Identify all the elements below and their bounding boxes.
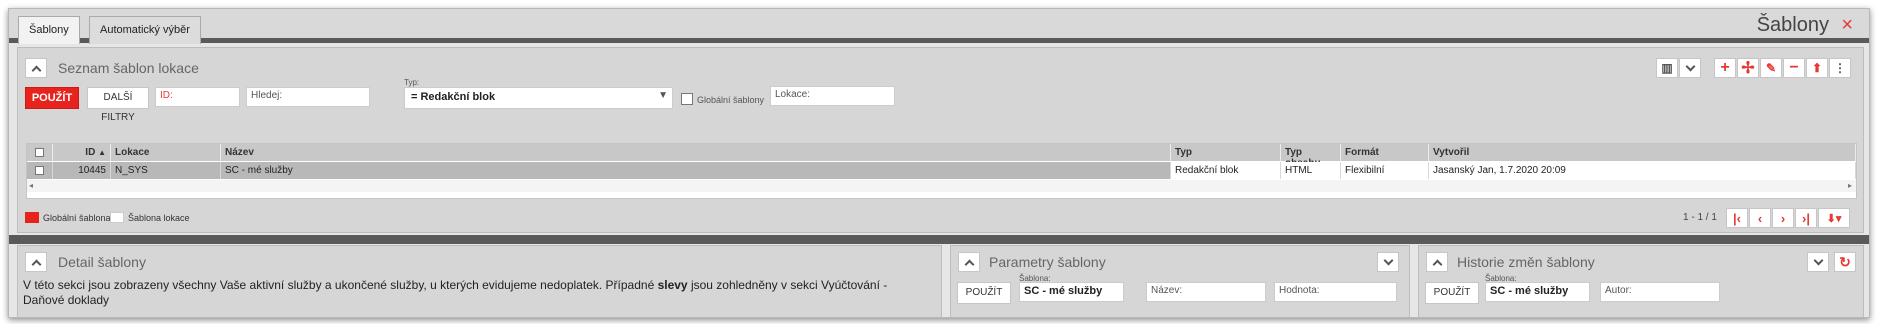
- global-templates-checkbox[interactable]: [681, 93, 693, 105]
- expand-history-button[interactable]: [1807, 252, 1829, 272]
- pager-info: 1 - 1 / 1: [1683, 212, 1717, 223]
- first-page-icon[interactable]: |‹: [1726, 208, 1748, 228]
- download-icon[interactable]: ⬇▾: [1818, 208, 1850, 228]
- select-all-checkbox[interactable]: [35, 148, 44, 157]
- local-template-swatch: [110, 212, 124, 223]
- type-select[interactable]: = Redakční blok ▼: [404, 87, 673, 109]
- cell-id[interactable]: 10445: [53, 162, 111, 179]
- detail-panel-title: Detail šablony: [58, 254, 146, 270]
- detail-description: V této sekci jsou zobrazeny všechny Vaše…: [23, 278, 888, 307]
- chevron-up-icon: [964, 259, 974, 269]
- chevron-down-icon[interactable]: [1679, 58, 1701, 78]
- chevron-up-icon: [1432, 259, 1442, 269]
- history-template-field[interactable]: SC - mé služby: [1485, 282, 1590, 302]
- next-page-icon[interactable]: ›: [1772, 208, 1794, 228]
- tab-automatic-selection[interactable]: Automatický výběr: [89, 16, 201, 44]
- column-header-id[interactable]: ID ▲: [53, 144, 111, 161]
- row-select-cell[interactable]: [27, 162, 53, 179]
- window-title: Šablony: [1756, 14, 1829, 36]
- history-apply-button[interactable]: POUŽÍT: [1425, 282, 1479, 304]
- export-icon[interactable]: ⬆: [1806, 58, 1828, 78]
- tab-templates[interactable]: Šablony: [18, 16, 80, 44]
- tab-bar: Šablony Automatický výběr Šablony ×: [9, 9, 1869, 44]
- type-label: Typ:: [404, 78, 420, 87]
- params-apply-button[interactable]: POUŽÍT: [957, 282, 1011, 304]
- list-panel-title: Seznam šablon lokace: [58, 60, 199, 76]
- horizontal-scrollbar[interactable]: ◂ ▸: [27, 180, 1856, 192]
- scroll-right-icon[interactable]: ▸: [1848, 181, 1852, 190]
- params-panel-title: Parametry šablony: [989, 254, 1106, 270]
- cell-content-type[interactable]: HTML: [1281, 162, 1341, 179]
- add-multiple-icon[interactable]: ✢: [1737, 58, 1759, 78]
- global-templates-label: Globální šablony: [697, 95, 765, 105]
- edit-icon[interactable]: ✎: [1760, 58, 1782, 78]
- templates-grid: ID ▲ Lokace Název Typ Typ obsahu Formát …: [26, 143, 1857, 199]
- chevron-down-icon: [1383, 255, 1393, 266]
- column-header-created-by[interactable]: Vytvořil: [1429, 144, 1856, 161]
- param-value-input[interactable]: Hodnota:: [1274, 282, 1397, 302]
- collapse-detail-button[interactable]: [25, 252, 47, 272]
- cell-name[interactable]: SC - mé služby: [221, 162, 1171, 179]
- more-filters-button[interactable]: DALŠÍ FILTRY: [87, 87, 149, 123]
- template-list-panel: Seznam šablon lokace ▥ + ✢ ✎ − ⬆ ⋮ POUŽÍ…: [17, 47, 1864, 233]
- column-header-location[interactable]: Lokace: [111, 144, 221, 161]
- dropdown-caret-icon: ▼: [658, 90, 668, 101]
- collapse-list-button[interactable]: [25, 58, 47, 78]
- scroll-left-icon[interactable]: ◂: [29, 181, 33, 190]
- select-all-cell[interactable]: [27, 144, 53, 161]
- more-icon[interactable]: ⋮: [1829, 58, 1851, 78]
- column-header-type[interactable]: Typ: [1171, 144, 1281, 161]
- column-header-content-type[interactable]: Typ obsahu: [1281, 144, 1341, 169]
- column-header-format[interactable]: Formát: [1341, 144, 1429, 161]
- previous-page-icon[interactable]: ‹: [1749, 208, 1771, 228]
- history-panel-title: Historie změn šablony: [1457, 254, 1595, 270]
- cell-created-by[interactable]: Jasanský Jan, 1.7.2020 20:09: [1429, 162, 1856, 179]
- template-detail-panel: Detail šablony V této sekci jsou zobraze…: [17, 245, 942, 317]
- remove-icon[interactable]: −: [1783, 58, 1805, 78]
- location-filter-input[interactable]: Lokace:: [770, 86, 895, 106]
- last-page-icon[interactable]: ›|: [1795, 208, 1817, 228]
- refresh-icon[interactable]: ↻: [1834, 252, 1856, 272]
- close-icon[interactable]: ×: [1841, 14, 1853, 37]
- global-template-swatch: [25, 212, 39, 223]
- panel-divider: [9, 235, 1869, 244]
- search-input[interactable]: Hledej:: [246, 87, 370, 107]
- legend-global-label: Globální šablona: [43, 213, 111, 223]
- cell-type[interactable]: Redakční blok: [1171, 162, 1281, 179]
- apply-filter-button[interactable]: POUŽÍT: [25, 87, 79, 109]
- collapse-params-button[interactable]: [958, 252, 980, 272]
- discounts-emphasis: slevy: [657, 278, 688, 292]
- id-filter-input[interactable]: ID:: [155, 87, 240, 107]
- author-input[interactable]: Autor:: [1600, 282, 1720, 302]
- cell-format[interactable]: Flexibilní: [1341, 162, 1429, 179]
- columns-icon[interactable]: ▥: [1656, 58, 1678, 78]
- collapse-history-button[interactable]: [1426, 252, 1448, 272]
- column-header-name[interactable]: Název: [221, 144, 1171, 161]
- template-params-panel: Parametry šablony POUŽÍT Šablona: SC - m…: [950, 245, 1410, 317]
- expand-params-button[interactable]: [1377, 252, 1399, 272]
- add-icon[interactable]: +: [1714, 58, 1736, 78]
- row-checkbox[interactable]: [35, 166, 44, 175]
- templates-window: Šablony Automatický výběr Šablony × Sezn…: [8, 8, 1870, 318]
- chevron-up-icon: [31, 259, 41, 269]
- sort-asc-icon: ▲: [98, 148, 106, 157]
- params-template-field[interactable]: SC - mé služby: [1019, 282, 1124, 302]
- legend-local-label: Šablona lokace: [128, 213, 190, 223]
- chevron-up-icon: [31, 65, 41, 75]
- cell-location[interactable]: N_SYS: [111, 162, 221, 179]
- type-select-value: = Redakční blok: [411, 91, 496, 103]
- param-name-input[interactable]: Název:: [1146, 282, 1266, 302]
- template-history-panel: Historie změn šablony ↻ POUŽÍT Šablona: …: [1418, 245, 1864, 317]
- chevron-down-icon: [1813, 255, 1823, 266]
